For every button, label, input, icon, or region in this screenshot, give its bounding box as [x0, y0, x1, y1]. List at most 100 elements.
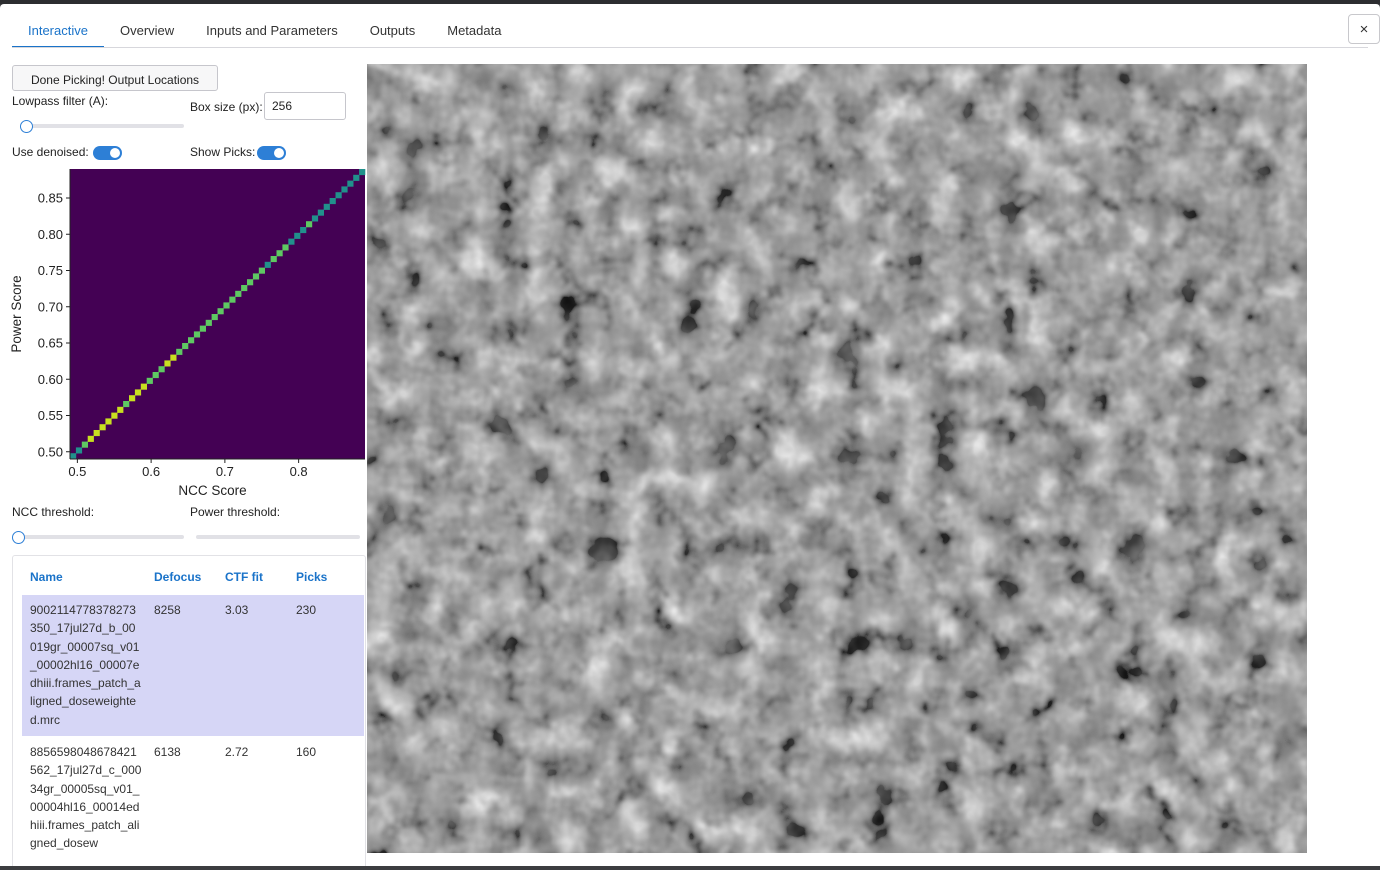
heatmap-cell — [205, 319, 212, 326]
lowpass-filter-label: Lowpass filter (A): — [12, 94, 109, 108]
tab-inputs-and-parameters[interactable]: Inputs and Parameters — [190, 4, 354, 48]
heatmap-cell — [241, 285, 248, 292]
power-slider-track[interactable] — [196, 535, 360, 539]
job-dialog: Interactive Overview Inputs and Paramete… — [0, 4, 1380, 866]
heatmap-cell — [140, 383, 147, 390]
heatmap-cell — [252, 273, 260, 280]
heatmap-cell — [105, 418, 112, 425]
heatmap-cell — [300, 227, 307, 234]
box-size-label: Box size (px): — [190, 100, 263, 114]
use-denoised-label: Use denoised: — [12, 145, 89, 159]
y-tick-label: 0.50 — [38, 444, 63, 459]
lowpass-slider-thumb[interactable] — [20, 120, 33, 133]
cell-ctf-fit: 2.72 — [225, 745, 249, 759]
heatmap-cell — [134, 389, 142, 396]
heatmap-cell — [306, 221, 313, 228]
y-tick-label: 0.80 — [38, 227, 63, 242]
done-picking-button[interactable]: Done Picking! Output Locations — [12, 65, 218, 91]
x-tick-label: 0.5 — [68, 464, 86, 479]
heatmap-cell — [294, 232, 301, 239]
y-tick-label: 0.65 — [38, 336, 63, 351]
heatmap-cell — [223, 302, 230, 309]
ncc-power-heatmap[interactable]: 0.5 0.6 0.7 0.8 0.50 0.55 0.60 0.65 0.70 0.75 0.80… — [0, 164, 366, 504]
heatmap-cell — [146, 377, 153, 384]
column-header-name[interactable]: Name — [30, 570, 63, 584]
tab-interactive[interactable]: Interactive — [12, 4, 104, 48]
close-button[interactable]: × — [1348, 14, 1380, 44]
cell-defocus: 6138 — [154, 745, 181, 759]
power-threshold-label: Power threshold: — [190, 505, 281, 519]
heatmap-cell — [323, 203, 330, 210]
heatmap-cell — [247, 279, 254, 286]
ncc-slider-track[interactable] — [14, 535, 184, 539]
heatmap-cell — [353, 174, 360, 181]
heatmap-cell — [182, 343, 189, 350]
heatmap-cell — [152, 372, 159, 379]
cell-picks: 230 — [296, 603, 317, 617]
column-header-defocus[interactable]: Defocus — [154, 570, 201, 584]
table-row[interactable]: 9002114778378273350_17jul27d_b_00019gr_0… — [22, 595, 364, 736]
cell-name: 9002114778378273350_17jul27d_b_00019gr_0… — [30, 603, 141, 727]
heatmap-cell — [276, 250, 283, 257]
show-picks-label: Show Picks: — [190, 145, 256, 159]
ncc-slider-thumb[interactable] — [12, 531, 25, 544]
y-tick-label: 0.85 — [38, 191, 63, 206]
tab-overview[interactable]: Overview — [104, 4, 190, 48]
toggle-knob — [110, 148, 120, 158]
micrograph-table: Name Defocus CTF fit Picks 9002114778378… — [12, 555, 366, 866]
heatmap-cell — [329, 198, 336, 205]
heatmap-cell — [211, 314, 218, 321]
table-row[interactable]: 8856598048678421562_17jul27d_c_00034gr_0… — [22, 737, 364, 866]
heatmap-cell — [288, 238, 295, 245]
heatmap-cell — [264, 261, 271, 268]
x-tick-label: 0.7 — [216, 464, 234, 479]
y-tick-label: 0.70 — [38, 299, 63, 314]
heatmap-cell — [347, 180, 354, 187]
tab-metadata[interactable]: Metadata — [431, 4, 517, 48]
x-tick-label: 0.8 — [290, 464, 308, 479]
heatmap-cell — [341, 186, 348, 193]
heatmap-cell — [217, 308, 224, 315]
micrograph-image[interactable] — [367, 64, 1307, 853]
cell-picks: 160 — [296, 745, 317, 759]
y-tick-label: 0.75 — [38, 263, 63, 278]
heatmap-cell — [176, 348, 183, 355]
y-axis-label: Power Score — [9, 275, 24, 352]
x-axis-label: NCC Score — [178, 483, 246, 498]
x-tick-label: 0.6 — [142, 464, 160, 479]
cell-name: 8856598048678421562_17jul27d_c_00034gr_0… — [30, 745, 142, 851]
column-header-picks[interactable]: Picks — [296, 570, 327, 584]
heatmap-cell — [129, 395, 136, 402]
tab-outputs[interactable]: Outputs — [354, 4, 432, 48]
heatmap-cell — [93, 430, 100, 437]
y-tick-label: 0.60 — [38, 372, 63, 387]
ncc-threshold-label: NCC threshold: — [12, 505, 95, 519]
tab-bar: Interactive Overview Inputs and Paramete… — [12, 4, 517, 48]
heatmap-cell — [199, 325, 206, 332]
heatmap-cell — [164, 360, 171, 367]
heatmap-cell — [311, 215, 319, 222]
heatmap-cell — [270, 256, 277, 263]
heatmap-cell — [282, 244, 289, 251]
show-picks-toggle[interactable] — [257, 146, 286, 160]
heatmap-cell — [70, 453, 77, 460]
heatmap-cell — [193, 331, 201, 338]
use-denoised-toggle[interactable] — [93, 146, 122, 160]
heatmap-cell — [99, 424, 106, 431]
tab-divider — [12, 47, 1368, 48]
heatmap-cell — [359, 169, 366, 176]
heatmap-cell — [158, 366, 165, 373]
cell-ctf-fit: 3.03 — [225, 603, 249, 617]
heatmap-cell — [188, 337, 195, 344]
heatmap-cell — [117, 406, 124, 413]
heatmap-cell — [235, 290, 242, 297]
cell-defocus: 8258 — [154, 603, 181, 617]
column-header-ctf-fit[interactable]: CTF fit — [225, 570, 263, 584]
heatmap-cell — [81, 441, 88, 448]
box-size-input[interactable] — [264, 92, 346, 120]
close-icon: × — [1359, 20, 1369, 38]
heatmap-cell — [258, 267, 265, 274]
heatmap-cell — [335, 192, 342, 199]
lowpass-slider-track[interactable] — [20, 124, 184, 128]
toggle-knob — [274, 148, 284, 158]
